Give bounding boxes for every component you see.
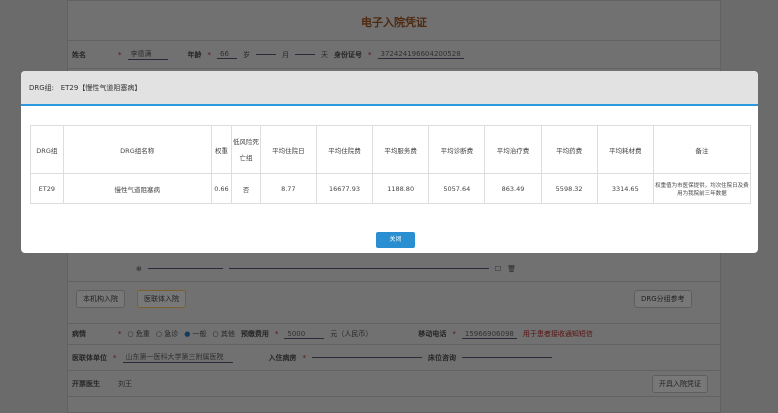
phone-hint: 用于患者接收通知短信 — [522, 330, 593, 338]
column-header: DRG组名称 — [62, 125, 212, 174]
column-header: 平均治疗费 — [484, 125, 542, 174]
condition-row: 病情 * ○ 危重 ○ 急诊 ● 一般 ○ 其他 预缴费用 * 5000 元（人民币）… — [68, 323, 720, 345]
drg-modal: DRG组: ET29【慢性气道阻塞病】 DRG组 DRG组名称 权重 低风险死亡组 平均… — [21, 71, 758, 253]
doctor-row: 开票医生 刘王 开具入院凭证 — [68, 371, 720, 397]
radio-other[interactable]: ○ 其他 — [213, 329, 235, 339]
table-cell: 否 — [231, 173, 261, 204]
deposit-unit: 元（人民币） — [330, 330, 373, 338]
table-cell: ET29 — [30, 173, 64, 204]
table-cell: 863.49 — [484, 173, 542, 204]
modal-header: DRG组: ET29【慢性气道阻塞病】 — [21, 71, 758, 106]
close-button[interactable]: 关闭 — [376, 232, 415, 248]
union-admission-button[interactable]: 医联体入院 — [137, 290, 186, 308]
issue-voucher-button[interactable]: 开具入院凭证 — [652, 374, 708, 393]
bed-label: 床位咨询 — [428, 353, 456, 362]
column-header: 权重 — [210, 125, 233, 174]
page-title: 电子入院凭证 — [68, 5, 720, 41]
phone-label: 移动电话 — [418, 330, 447, 338]
ward-label: 入住病房 — [268, 353, 297, 362]
condition-label: 病情 — [72, 330, 86, 338]
add-icon[interactable]: ⊕ — [136, 265, 142, 273]
table-cell: 1188.80 — [372, 173, 430, 204]
table-cell: 5057.64 — [428, 173, 486, 204]
id-input[interactable]: 372424196604200528 — [377, 50, 464, 59]
drg-table: DRG组 DRG组名称 权重 低风险死亡组 平均住院日 平均住院费 平均服务费 平均诊断费 平均… — [30, 125, 752, 204]
table-row: ET29 慢性气道阻塞病 0.66 否 8.77 16677.93 1188.80 5057.… — [30, 173, 752, 204]
bed-input[interactable] — [462, 357, 552, 358]
unit-select[interactable]: 山东第一医科大学第三附属医院 — [122, 352, 233, 363]
diagnosis-code-input[interactable] — [147, 268, 223, 269]
radio-critical[interactable]: ○ 危重 — [128, 329, 150, 339]
table-cell: 5598.32 — [540, 173, 598, 204]
table-cell: 16677.93 — [315, 173, 374, 204]
drg-reference-button[interactable]: DRG分组参考 — [634, 290, 692, 308]
radio-normal[interactable]: ● 一般 — [184, 329, 206, 339]
doctor-label: 开票医生 — [72, 379, 100, 388]
month-input[interactable] — [256, 54, 276, 55]
day-input[interactable] — [295, 54, 315, 55]
column-header: 平均耗材费 — [596, 125, 654, 174]
table-cell: 慢性气道阻塞病 — [62, 173, 212, 204]
doctor-value: 刘王 — [118, 379, 132, 388]
deposit-label: 预缴费用 — [240, 330, 269, 338]
unit-row: 医联体单位 * 山东第一医科大学第三附属医院 入住病房 * 床位咨询 — [68, 345, 720, 371]
deposit-input[interactable]: 5000 — [284, 330, 325, 339]
table-cell: 8.77 — [259, 173, 317, 204]
drg-value: ET29【慢性气道阻塞病】 — [60, 84, 142, 92]
radio-emergency[interactable]: ○ 急诊 — [156, 329, 178, 339]
column-header: DRG组 — [30, 125, 64, 174]
id-label: 身份证号 — [334, 50, 362, 59]
trash-icon[interactable]: 🗑 — [507, 265, 516, 273]
table-cell: 权重值为市医保提供，均次住院日及费用为我院前三年数据 — [652, 173, 752, 204]
table-header-row: DRG组 DRG组名称 权重 低风险死亡组 平均住院日 平均住院费 平均服务费 平均诊断费 平均… — [30, 125, 752, 174]
age-input[interactable]: 66 — [217, 50, 237, 59]
column-header: 平均住院日 — [259, 125, 317, 174]
month-unit: 月 — [282, 50, 289, 59]
drg-label: DRG组: — [29, 84, 55, 92]
column-header: 平均住院费 — [315, 125, 374, 174]
name-input[interactable]: 李德满 — [127, 49, 168, 60]
diagnosis-row: ⊕ ☐ 🗑 — [68, 256, 720, 282]
ward-select[interactable] — [312, 357, 422, 358]
patient-info-row: 姓名 * 李德满 年龄 * 66 岁 月 天 身份证号 * 37242419660420… — [68, 41, 720, 69]
column-header: 备注 — [652, 125, 752, 174]
column-header: 低风险死亡组 — [231, 125, 261, 174]
age-unit: 岁 — [243, 50, 250, 59]
name-label: 姓名 — [72, 50, 86, 59]
day-unit: 天 — [321, 50, 328, 59]
table-cell: 0.66 — [210, 173, 233, 204]
age-label: 年龄 — [187, 50, 202, 59]
column-header: 平均服务费 — [372, 125, 430, 174]
table-cell: 3314.65 — [596, 173, 654, 204]
checkbox-icon[interactable]: ☐ — [495, 265, 501, 273]
diagnosis-name-input[interactable] — [228, 268, 489, 269]
admission-type-buttons: 本机构入院 医联体入院 — [76, 290, 186, 308]
column-header: 平均药费 — [540, 125, 598, 174]
local-admission-button[interactable]: 本机构入院 — [76, 290, 125, 308]
column-header: 平均诊断费 — [428, 125, 486, 174]
unit-label: 医联体单位 — [72, 353, 107, 362]
phone-input[interactable]: 15966906098 — [461, 330, 517, 339]
